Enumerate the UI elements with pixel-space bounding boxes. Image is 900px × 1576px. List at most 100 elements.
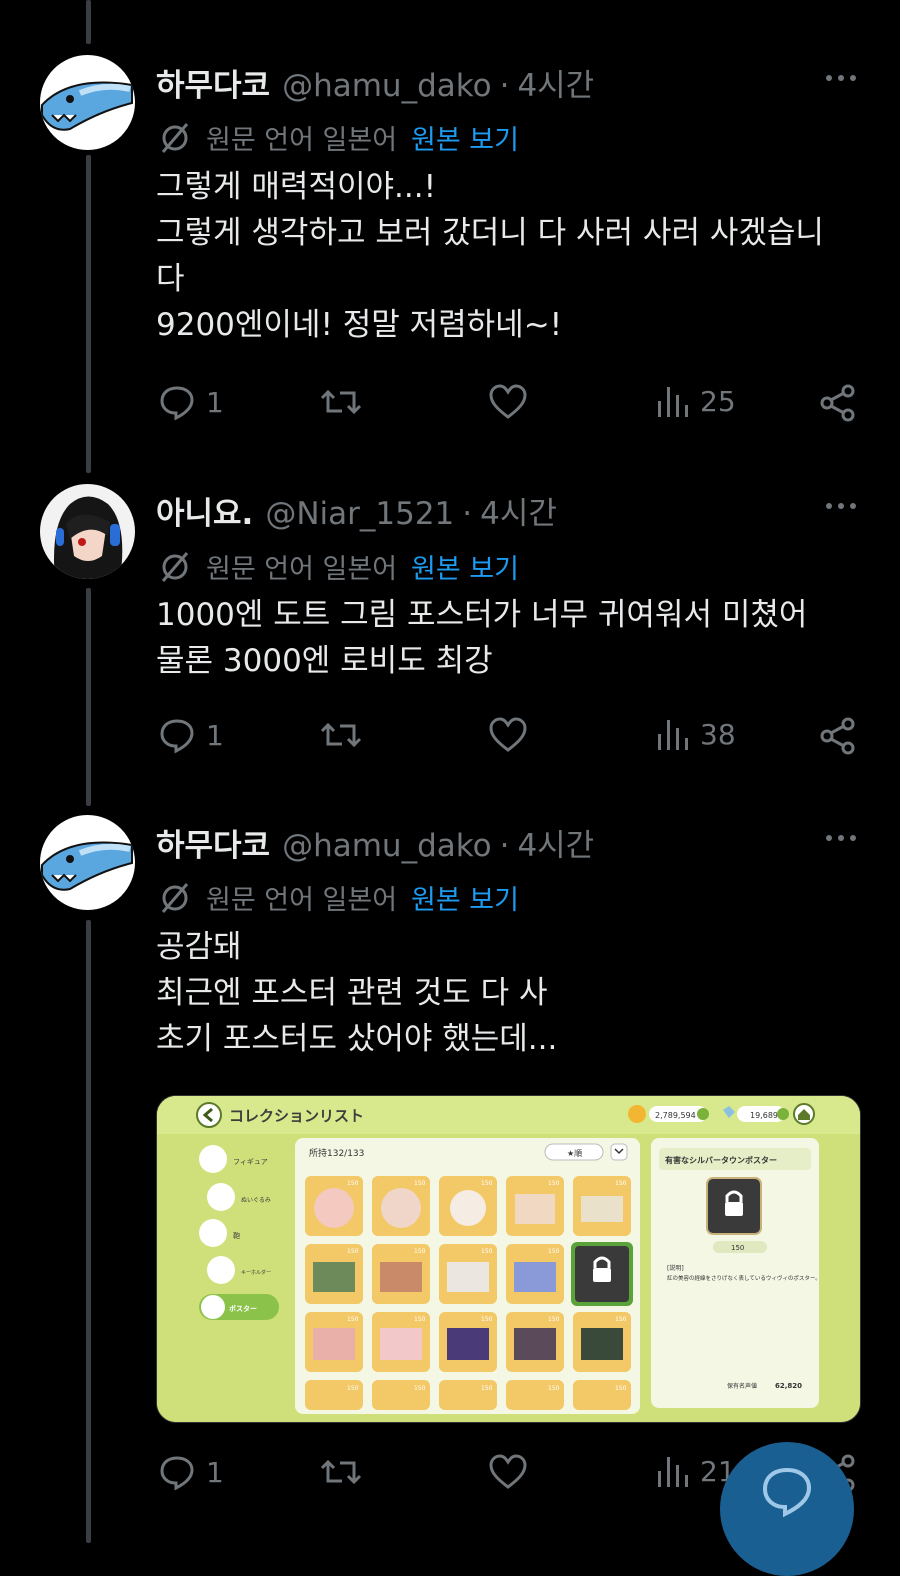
separator: · <box>462 496 473 532</box>
tweet-line: 초기 포스터도 샀어야 했는데... <box>156 1021 558 1057</box>
translation-notice: 원문 언어 일본어 원본 보기 <box>158 878 519 917</box>
heart-icon <box>489 1454 527 1489</box>
like-button[interactable] <box>488 716 528 754</box>
svg-text:150: 150 <box>548 1385 560 1392</box>
reply-count: 1 <box>206 1455 224 1489</box>
reply-count: 1 <box>206 718 224 752</box>
svg-text:150: 150 <box>615 1316 627 1323</box>
retweet-button[interactable] <box>320 716 362 754</box>
tweet-line: 그렇게 생각하고 보러 갔더니 다 사러 사러 사겠습니 <box>156 215 824 251</box>
retweet-button[interactable] <box>320 383 362 421</box>
tweet-text: 1000엔 도트 그림 포스터가 너무 귀여워서 미쳤어 물론 3000엔 로비… <box>156 592 856 684</box>
item-detail-price: 150 <box>731 1244 744 1252</box>
separator: · <box>499 68 510 104</box>
user-handle[interactable]: @hamu_dako <box>282 68 491 104</box>
tweet-line: 공감돼 <box>156 929 242 965</box>
like-button[interactable] <box>488 383 528 421</box>
reply-button[interactable]: 1 <box>158 383 224 421</box>
svg-text:150: 150 <box>347 1180 359 1187</box>
svg-text:150: 150 <box>414 1385 426 1392</box>
view-count: 25 <box>700 384 736 418</box>
reply-button[interactable]: 1 <box>158 716 224 754</box>
tweet-line: 9200엔이네! 정말 저렴하네~! <box>156 307 563 343</box>
action-bar: 1 38 <box>0 716 900 766</box>
fame-label: 保有名声値 <box>727 1382 757 1390</box>
svg-text:150: 150 <box>481 1248 493 1255</box>
tweet-line: 최근엔 포스터 관련 것도 다 사 <box>156 975 548 1011</box>
tweet-media-image[interactable]: コレクションリスト 2,789,594 19,689 フィギュア ぬいぐるみ 鞄… <box>156 1095 861 1423</box>
translation-notice: 원문 언어 일본어 원본 보기 <box>158 547 519 586</box>
display-name[interactable]: 하무다코 <box>156 60 270 105</box>
share-button[interactable] <box>818 716 858 756</box>
tweet-line: 그렇게 매력적이야...! <box>156 169 437 205</box>
svg-text:150: 150 <box>548 1316 560 1323</box>
currency-2: 19,689 <box>750 1111 778 1120</box>
reply-icon <box>160 1456 194 1491</box>
svg-text:150: 150 <box>548 1180 560 1187</box>
translate-off-icon <box>161 882 189 913</box>
display-name[interactable]: 하무다코 <box>156 820 270 865</box>
svg-text:150: 150 <box>414 1316 426 1323</box>
tweet-text: 공감돼 최근엔 포스터 관련 것도 다 사 초기 포스터도 샀어야 했는데... <box>156 924 856 1062</box>
more-options-icon[interactable] <box>826 75 856 81</box>
avatar[interactable] <box>40 55 135 150</box>
more-options-icon[interactable] <box>826 503 856 509</box>
translate-off-icon <box>161 122 189 153</box>
display-name[interactable]: 아니요. <box>156 488 253 533</box>
timestamp[interactable]: 4시간 <box>517 60 594 105</box>
category-bag[interactable]: 鞄 <box>233 1231 240 1240</box>
compose-reply-button[interactable] <box>720 1442 854 1576</box>
item-detail-desc: 紅の美容の経緯をさりげなく表しているウィヴィのポスター。 <box>667 1274 821 1282</box>
retweet-icon <box>320 389 362 415</box>
retweet-button[interactable] <box>320 1453 362 1491</box>
share-icon <box>820 384 855 422</box>
views-icon <box>658 1457 688 1487</box>
svg-text:150: 150 <box>347 1385 359 1392</box>
svg-text:150: 150 <box>615 1180 627 1187</box>
like-button[interactable] <box>488 1453 528 1491</box>
fame-value: 62,820 <box>775 1382 802 1390</box>
views-icon <box>658 387 688 417</box>
view-original-link[interactable]: 원본 보기 <box>411 878 519 917</box>
view-original-link[interactable]: 원본 보기 <box>411 118 519 157</box>
tweet[interactable]: 하무다코 @hamu_dako · 4시간 원문 언어 일본어 원본 보기 그렇… <box>0 0 900 470</box>
action-bar: 1 25 <box>0 383 900 433</box>
coin-icon <box>628 1105 646 1123</box>
category-plush[interactable]: ぬいぐるみ <box>241 1197 271 1204</box>
svg-text:150: 150 <box>548 1248 560 1255</box>
category-poster[interactable]: ポスター <box>229 1304 257 1313</box>
timestamp[interactable]: 4시간 <box>517 820 594 865</box>
view-count: 38 <box>700 717 736 751</box>
views-icon <box>658 720 688 750</box>
tweet-line: 물론 3000엔 로비도 최강 <box>156 643 493 679</box>
svg-text:150: 150 <box>414 1180 426 1187</box>
avatar[interactable] <box>40 815 135 910</box>
reply-icon <box>160 386 194 421</box>
reply-bubble-icon <box>762 1467 812 1518</box>
share-button[interactable] <box>818 383 858 423</box>
owned-count: 所持132/133 <box>309 1147 364 1159</box>
category-keyholder[interactable]: キーホルダー <box>241 1269 271 1276</box>
user-handle[interactable]: @hamu_dako <box>282 828 491 864</box>
category-figure[interactable]: フィギュア <box>233 1158 268 1166</box>
currency-1: 2,789,594 <box>655 1111 696 1120</box>
views-button[interactable]: 38 <box>656 716 736 752</box>
svg-text:150: 150 <box>347 1316 359 1323</box>
translation-notice: 원문 언어 일본어 원본 보기 <box>158 118 519 157</box>
user-handle[interactable]: @Niar_1521 <box>265 496 454 532</box>
sort-button[interactable]: ★順 <box>567 1149 582 1158</box>
retweet-icon <box>320 1459 362 1485</box>
reply-button[interactable]: 1 <box>158 1453 224 1491</box>
tweet[interactable]: 아니요. @Niar_1521 · 4시간 원문 언어 일본어 원본 보기 10… <box>0 470 900 810</box>
heart-icon <box>489 384 527 419</box>
svg-text:150: 150 <box>414 1248 426 1255</box>
item-detail-title: 有害なシルバータウンポスター <box>665 1155 777 1165</box>
timestamp[interactable]: 4시간 <box>480 488 557 533</box>
tweet-line: 1000엔 도트 그림 포스터가 너무 귀여워서 미쳤어 <box>156 597 808 633</box>
avatar[interactable] <box>40 484 135 579</box>
more-options-icon[interactable] <box>826 835 856 841</box>
translate-language: 원문 언어 일본어 <box>206 125 398 156</box>
views-button[interactable]: 25 <box>656 383 736 419</box>
svg-text:150: 150 <box>481 1316 493 1323</box>
view-original-link[interactable]: 원본 보기 <box>411 547 519 586</box>
